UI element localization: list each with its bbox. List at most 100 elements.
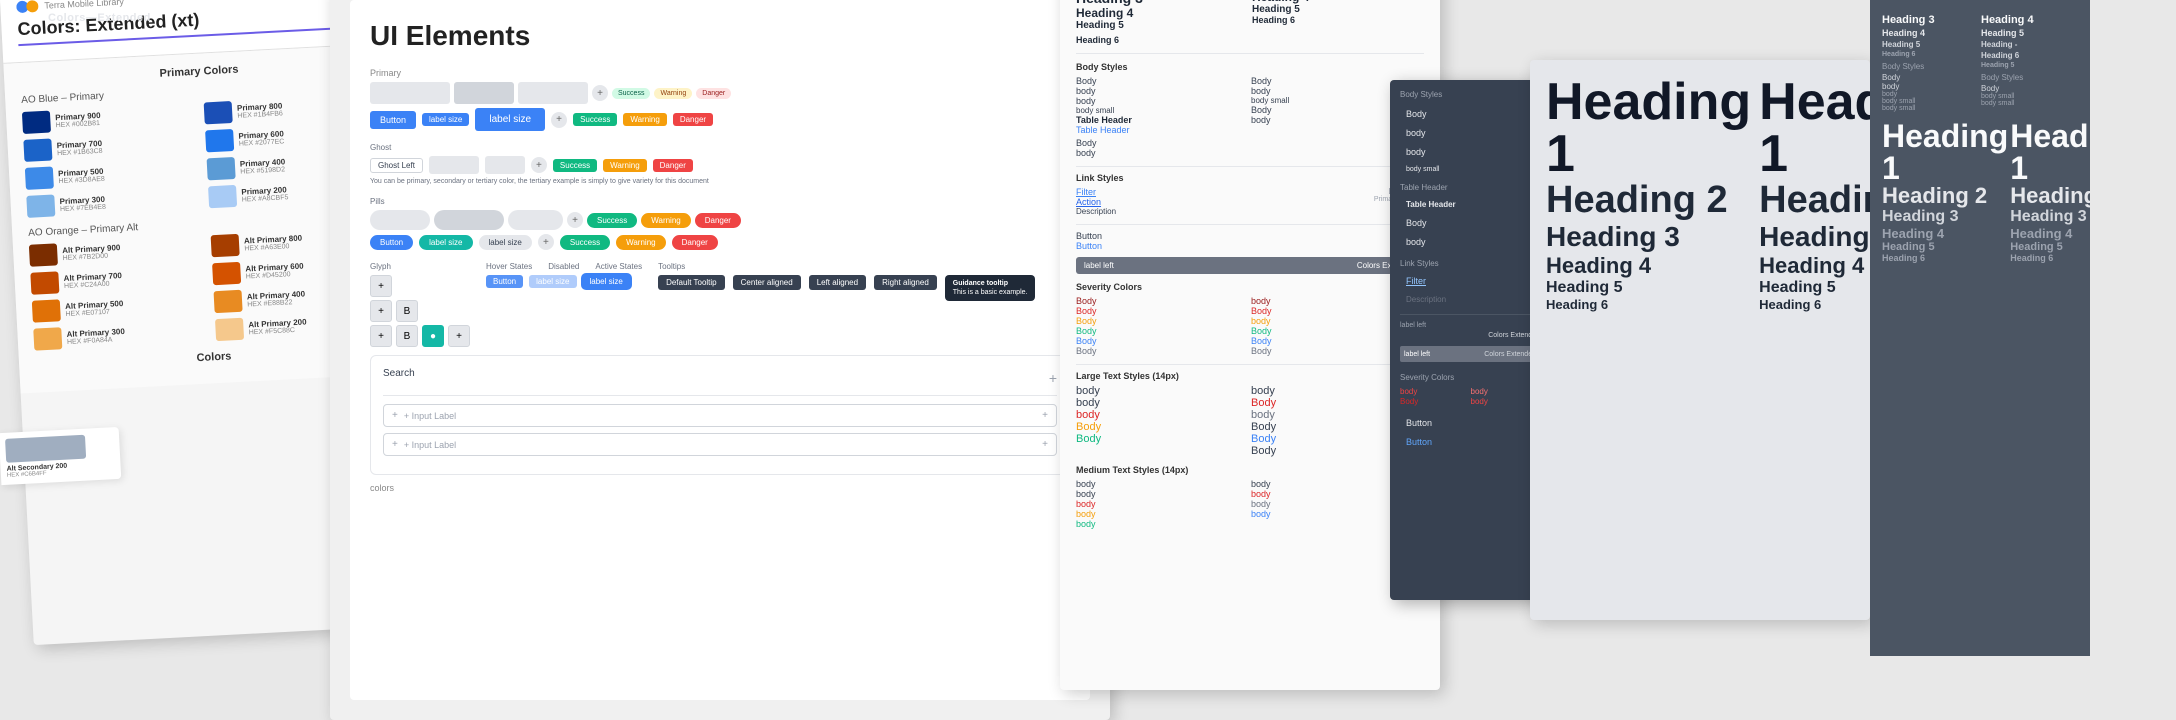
sev-low: Body: [1076, 326, 1249, 336]
dark-body-small: body small: [1400, 163, 1540, 176]
dark-body-styles-label: Body Styles: [1400, 90, 1540, 99]
tooltip-left-wrap: Left aligned: [809, 275, 866, 290]
glyph-btn-6[interactable]: +: [448, 325, 470, 347]
color-swatch-alt-600: [212, 262, 241, 285]
pills-section: Pills + Success Warning Danger Button la…: [370, 197, 1070, 250]
tooltip-guidance-title: Guidance tooltip: [953, 280, 1028, 287]
lh1-right: Heading 1: [1759, 76, 1870, 180]
primary-btn-row-main: Button label size label size + Success W…: [370, 108, 1070, 131]
dark-bar: label left Colors Extended: [1400, 346, 1540, 362]
glyph-btn-2[interactable]: +: [370, 300, 392, 322]
body-grid: Body body body body small Table Header T…: [1076, 76, 1424, 158]
color-swatch-alt-400: [214, 290, 243, 313]
color-swatch-alt-300: [33, 327, 62, 350]
color-info-primary-200: Primary 200 HEX #A8CBF5: [241, 185, 288, 203]
search-input-2[interactable]: + + Input Label +: [383, 433, 1057, 456]
pills-top-row: + Success Warning Danger: [370, 210, 1070, 230]
link-grid: Filter Action Description Link Right Pri…: [1076, 187, 1424, 216]
color-hex-primary-700: HEX #1B63C8: [57, 148, 103, 157]
right-body-styles-label: Body Styles: [1882, 62, 1979, 71]
right-lh5-left: Heading 5: [1882, 241, 2008, 253]
right-lh1-left: Heading 1: [1882, 120, 2008, 184]
dark-severity-label: Severity Colors: [1400, 373, 1540, 382]
glyph-btn-3[interactable]: B: [396, 300, 418, 322]
pill-placeholder-3: [508, 210, 563, 230]
pill-primary: Button: [370, 235, 413, 250]
color-primary-500: Primary 500 HEX #3D8AE8: [25, 159, 202, 190]
color-hex-primary-900: HEX #002B81: [55, 120, 101, 129]
color-info-alt-900: Alt Primary 900 HEX #7B2D00: [62, 243, 121, 262]
pills-main-row: Button label size label size + Success W…: [370, 234, 1070, 250]
pill-danger: Danger: [695, 213, 741, 228]
dark-link-label: Link Styles: [1400, 259, 1540, 268]
color-swatch-alt-700: [30, 271, 59, 294]
body-text-4: Body: [1076, 138, 1249, 148]
med-body-1: body: [1076, 479, 1249, 489]
color-swatch-primary-300: [26, 194, 55, 217]
heading-5-display: Heading 5: [1076, 20, 1248, 31]
ghost-left-button[interactable]: Ghost Left: [370, 158, 423, 173]
dark-body-1: Body: [1400, 106, 1540, 122]
active-button[interactable]: label size: [583, 275, 630, 288]
ao-logo-icon: [16, 0, 39, 15]
color-info-alt-700: Alt Primary 700 HEX #C24A00: [63, 271, 122, 290]
color-primary-900: Primary 900 HEX #002B81: [22, 103, 199, 134]
sev-medium: Body: [1076, 316, 1249, 326]
color-info-primary-700: Primary 700 HEX #1B63C8: [56, 139, 102, 157]
ghost-danger[interactable]: Danger: [653, 159, 693, 172]
primary-button[interactable]: Button: [370, 111, 416, 129]
color-alt-300: Alt Primary 300 HEX #F0A84A: [33, 319, 210, 350]
success-button[interactable]: Success: [573, 113, 617, 126]
hover-button[interactable]: Button: [486, 275, 523, 288]
right-col-1: Heading 3 Heading 4 Heading 5 Heading 6 …: [1882, 14, 1979, 112]
right-body-r3: body small: [1981, 100, 2078, 107]
table-header-1: Table Header: [1076, 115, 1249, 125]
primary-button-lg[interactable]: label size: [475, 108, 545, 131]
search-add-icon-2: +: [1042, 439, 1048, 450]
dark-filter-link[interactable]: Filter: [1400, 273, 1540, 289]
medium-text-grid: body body body body body body body body …: [1076, 479, 1424, 529]
search-header: Search +: [383, 368, 1057, 387]
right-h5-right: Heading 5: [1981, 28, 2078, 38]
color-swatch-primary-400: [207, 157, 236, 180]
ghost-warning[interactable]: Warning: [603, 159, 647, 172]
danger-button[interactable]: Danger: [673, 113, 713, 126]
right-body-r1: Body: [1981, 84, 2078, 93]
color-swatch-primary-700: [23, 139, 52, 162]
dark-severity-grid: body body Body body: [1400, 387, 1540, 406]
glyph-btn-teal[interactable]: ●: [422, 325, 444, 347]
type-divider-2: [1076, 166, 1424, 167]
glyph-label: Glyph: [370, 262, 470, 271]
hover-label: Hover States: [486, 262, 532, 271]
ghost-success[interactable]: Success: [553, 159, 597, 172]
right-h4-right: Heading 4: [1981, 14, 2078, 26]
pill-success-2: Success: [560, 235, 610, 250]
right-large-col-2: Heading 1 Heading 2 Heading 3 Heading 4 …: [2010, 120, 2090, 263]
color-swatch-primary-900: [22, 111, 51, 134]
dark-sev-3: Body: [1400, 397, 1470, 406]
color-swatch-primary-500: [25, 166, 54, 189]
search-icon-2: +: [392, 439, 398, 450]
plus-separator-2: +: [551, 112, 567, 128]
large-body-1: body: [1076, 385, 1249, 397]
heading-col-1: Heading 3 Heading 4 Heading 5 Heading 6: [1076, 0, 1248, 45]
right-lh4-right: Heading 4: [2010, 226, 2090, 241]
medium-text-section: Medium Text Styles (14px) body body body…: [1076, 465, 1424, 529]
search-icon-1: +: [392, 410, 398, 421]
action-link[interactable]: Action: [1076, 197, 1249, 207]
search-input-1[interactable]: + + Input Label +: [383, 404, 1057, 427]
glyph-btn-4[interactable]: +: [370, 325, 392, 347]
primary-button-sm[interactable]: label size: [422, 113, 469, 126]
ui-elements-inner: UI Elements Primary + Success Warning Da…: [350, 0, 1090, 700]
ghost-label: Ghost: [370, 143, 1070, 152]
glyph-states-row: Glyph + + B + B ● + Hover States: [370, 262, 1070, 347]
dark-body-2: body: [1400, 125, 1540, 141]
sev-info: Body: [1076, 336, 1249, 346]
color-info-primary-900: Primary 900 HEX #002B81: [55, 111, 101, 129]
warning-button[interactable]: Warning: [623, 113, 667, 126]
glyph-btn-5[interactable]: B: [396, 325, 418, 347]
color-info-alt-800: Alt Primary 800 HEX #A63E00: [244, 234, 303, 253]
glyph-btn-1[interactable]: +: [370, 275, 392, 297]
filter-link[interactable]: Filter: [1076, 187, 1249, 197]
dark-body-5: body: [1400, 234, 1540, 250]
